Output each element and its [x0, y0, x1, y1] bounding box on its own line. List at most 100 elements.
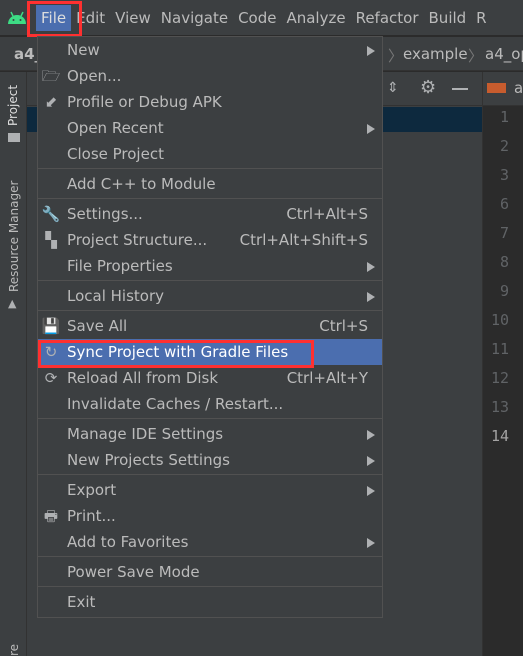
- line-number: 14: [490, 427, 509, 445]
- menu-item-label: Open...: [67, 67, 122, 85]
- menu-item-label: Export: [67, 481, 117, 499]
- shortcut-label: Ctrl+S: [319, 317, 368, 335]
- line-number: 8: [499, 253, 509, 271]
- menu-item-label: Manage IDE Settings: [67, 425, 224, 443]
- menu-item-sync-project-with-gradle-files[interactable]: ↻ Sync Project with Gradle Files: [38, 339, 382, 365]
- breadcrumb-separator: 〉: [468, 47, 484, 65]
- menu-item-label: Print...: [67, 507, 116, 525]
- menu-item-close-project[interactable]: Close Project: [38, 141, 382, 167]
- menu-analyze[interactable]: Analyze: [281, 5, 350, 31]
- menu-edit[interactable]: Edit: [71, 5, 110, 31]
- menu-file[interactable]: File: [36, 4, 72, 31]
- menu-item-manage-ide-settings[interactable]: Manage IDE Settings: [38, 421, 382, 447]
- submenu-arrow-icon: [367, 456, 375, 466]
- bottom-tool-tab[interactable]: re: [7, 644, 21, 656]
- menu-item-new-projects-settings[interactable]: New Projects Settings: [38, 447, 382, 473]
- menu-item-invalidate-caches-restart[interactable]: Invalidate Caches / Restart...: [38, 391, 382, 417]
- line-number: 7: [499, 224, 509, 242]
- save-icon: 💾: [41, 317, 61, 335]
- line-number: 11: [490, 340, 509, 358]
- resource-manager-tool-tab[interactable]: Resource Manager: [7, 181, 21, 292]
- folder-open-icon: 🗁: [41, 67, 61, 85]
- print-icon: 🖶: [43, 507, 59, 525]
- folder-icon: [8, 133, 20, 142]
- menu-item-file-properties[interactable]: File Properties: [38, 253, 382, 279]
- menu-item-export[interactable]: Export: [38, 477, 382, 503]
- android-logo-icon: [4, 0, 30, 36]
- menu-refactor[interactable]: Refactor: [351, 5, 424, 31]
- menu-item-new[interactable]: New: [38, 37, 382, 63]
- menu-navigate[interactable]: Navigate: [156, 5, 233, 31]
- menu-item-print[interactable]: 🖶 Print...: [38, 503, 382, 529]
- submenu-arrow-icon: [367, 538, 375, 548]
- menu-item-profile-or-debug-apk[interactable]: ⬋ Profile or Debug APK: [38, 89, 382, 115]
- menu-item-add-to-favorites[interactable]: Add to Favorites: [38, 529, 382, 555]
- submenu-arrow-icon: [367, 486, 375, 496]
- breadcrumb-file[interactable]: a4_op: [485, 45, 523, 63]
- menu-code[interactable]: Code: [233, 5, 281, 31]
- line-number: 6: [499, 195, 509, 213]
- menu-item-label: Project Structure...: [67, 231, 208, 249]
- left-tool-strip: Project Resource Manager ▲ re: [0, 72, 27, 656]
- menu-item-label: Sync Project with Gradle Files: [67, 343, 289, 361]
- submenu-arrow-icon: [367, 124, 375, 134]
- menu-item-label: Close Project: [67, 145, 164, 163]
- line-number: 13: [490, 398, 509, 416]
- line-number: 3: [499, 166, 509, 184]
- submenu-arrow-icon: [367, 46, 375, 56]
- reload-icon: ⟳: [44, 369, 58, 387]
- gear-icon[interactable]: ⚙: [420, 77, 436, 98]
- menu-item-label: Local History: [67, 287, 165, 305]
- submenu-arrow-icon: [367, 292, 375, 302]
- menu-item-power-save-mode[interactable]: Power Save Mode: [38, 559, 382, 585]
- line-number: 12: [490, 369, 509, 387]
- menu-item-save-all[interactable]: 💾 Save All Ctrl+S: [38, 313, 382, 339]
- minimize-icon[interactable]: [452, 88, 468, 90]
- line-number: 2: [499, 137, 509, 155]
- menu-item-project-structure[interactable]: ▚ Project Structure... Ctrl+Alt+Shift+S: [38, 227, 382, 253]
- menu-item-reload-all-from-disk[interactable]: ⟳ Reload All from Disk Ctrl+Alt+Y: [38, 365, 382, 391]
- menu-item-label: Settings...: [67, 205, 143, 223]
- menu-bar: File Edit View Navigate Code Analyze Refactor B…: [0, 0, 523, 36]
- menu-build[interactable]: Build: [424, 5, 472, 31]
- menu-item-open-recent[interactable]: Open Recent: [38, 115, 382, 141]
- submenu-arrow-icon: [367, 262, 375, 272]
- editor-tab[interactable]: a: [483, 72, 523, 106]
- shortcut-label: Ctrl+Alt+S: [286, 205, 368, 223]
- xml-file-icon: [487, 83, 506, 93]
- wrench-icon: 🔧: [41, 205, 61, 223]
- menu-item-label: Power Save Mode: [67, 563, 200, 581]
- menu-item-label: New Projects Settings: [67, 451, 230, 469]
- menu-item-label: Reload All from Disk: [67, 369, 219, 387]
- editor: a 1 2 3 6 7 8 9 10 11 12 13 14: [482, 72, 523, 656]
- line-number: 9: [499, 282, 509, 300]
- menu-item-label: File Properties: [67, 257, 173, 275]
- breadcrumb-example[interactable]: example: [403, 45, 468, 63]
- editor-tab-label: a: [514, 79, 523, 97]
- shapes-icon: ▲: [8, 297, 17, 310]
- submenu-arrow-icon: [367, 430, 375, 440]
- menu-item-label: Profile or Debug APK: [67, 93, 222, 111]
- shortcut-label: Ctrl+Alt+Shift+S: [239, 231, 368, 249]
- menu-item-label: Add C++ to Module: [67, 175, 216, 193]
- line-number: 1: [499, 108, 509, 126]
- menu-item-local-history[interactable]: Local History: [38, 283, 382, 309]
- menu-item-open[interactable]: 🗁 Open...: [38, 63, 382, 89]
- line-number: 10: [490, 311, 509, 329]
- menu-r[interactable]: R: [471, 5, 491, 31]
- shortcut-label: Ctrl+Alt+Y: [286, 369, 368, 387]
- menu-item-label: Open Recent: [67, 119, 164, 137]
- menu-item-label: Save All: [67, 317, 128, 335]
- file-menu: New 🗁 Open... ⬋ Profile or Debug APK Open Rec…: [37, 36, 383, 618]
- menu-item-settings[interactable]: 🔧 Settings... Ctrl+Alt+S: [38, 201, 382, 227]
- profile-apk-icon: ⬋: [44, 93, 58, 111]
- menu-item-add-c-to-module[interactable]: Add C++ to Module: [38, 171, 382, 197]
- project-tool-tab[interactable]: Project: [6, 85, 20, 126]
- menu-item-exit[interactable]: Exit: [38, 589, 382, 615]
- menu-item-label: New: [67, 41, 100, 59]
- menu-item-label: Add to Favorites: [67, 533, 189, 551]
- menu-view[interactable]: View: [110, 5, 156, 31]
- project-structure-icon: ▚: [45, 231, 57, 249]
- gradle-sync-icon: ↻: [44, 343, 58, 361]
- collapse-icon[interactable]: ⇕: [387, 80, 399, 96]
